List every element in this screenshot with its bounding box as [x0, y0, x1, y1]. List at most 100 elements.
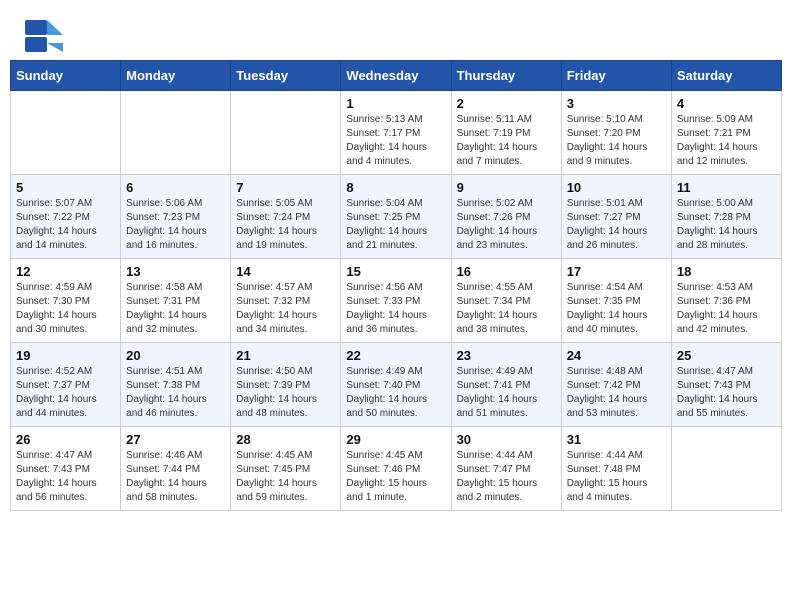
cell-date-number: 1	[346, 96, 445, 111]
calendar-cell: 14Sunrise: 4:57 AM Sunset: 7:32 PM Dayli…	[231, 259, 341, 343]
calendar-cell: 11 Sunrise: 5:00 AM Sunset: 7:28 PM Dayli…	[671, 175, 781, 259]
cell-date-number: 28	[236, 432, 335, 447]
cell-date-number: 24	[567, 348, 666, 363]
calendar-week-row: 1Sunrise: 5:13 AM Sunset: 7:17 PM Daylig…	[11, 91, 782, 175]
cell-info-text: Sunrise: 4:45 AM Sunset: 7:45 PM Dayligh…	[236, 449, 335, 505]
day-header-wednesday: Wednesday	[341, 61, 451, 91]
calendar-cell	[121, 91, 231, 175]
calendar-cell: 1Sunrise: 5:13 AM Sunset: 7:17 PM Daylig…	[341, 91, 451, 175]
cell-info-text: Sunrise: 4:49 AM Sunset: 7:40 PM Dayligh…	[346, 365, 445, 421]
cell-info-text: Sunrise: 4:46 AM Sunset: 7:44 PM Dayligh…	[126, 449, 225, 505]
cell-info-text: Sunrise: 4:54 AM Sunset: 7:35 PM Dayligh…	[567, 281, 666, 337]
cell-date-number: 13	[126, 264, 225, 279]
day-header-monday: Monday	[121, 61, 231, 91]
calendar-week-row: 19 Sunrise: 4:52 AM Sunset: 7:37 PM Dayli…	[11, 343, 782, 427]
cell-date-number: 6	[126, 180, 225, 195]
cell-date-number: 31	[567, 432, 666, 447]
cell-date-number: 2	[457, 96, 556, 111]
calendar-cell: 22 Sunrise: 4:49 AM Sunset: 7:40 PM Dayli…	[341, 343, 451, 427]
cell-date-number: 23	[457, 348, 556, 363]
cell-date-number: 15	[346, 264, 445, 279]
calendar-cell: 15 Sunrise: 4:56 AM Sunset: 7:33 PM Dayli…	[341, 259, 451, 343]
day-header-tuesday: Tuesday	[231, 61, 341, 91]
day-header-saturday: Saturday	[671, 61, 781, 91]
calendar-week-row: 5 Sunrise: 5:07 AM Sunset: 7:22 PM Daylig…	[11, 175, 782, 259]
calendar-cell: 8 Sunrise: 5:04 AM Sunset: 7:25 PM Daylig…	[341, 175, 451, 259]
calendar-cell: 21Sunrise: 4:50 AM Sunset: 7:39 PM Dayli…	[231, 343, 341, 427]
calendar-cell: 23 Sunrise: 4:49 AM Sunset: 7:41 PM Dayli…	[451, 343, 561, 427]
calendar-cell: 5 Sunrise: 5:07 AM Sunset: 7:22 PM Daylig…	[11, 175, 121, 259]
cell-info-text: Sunrise: 5:04 AM Sunset: 7:25 PM Dayligh…	[346, 197, 445, 253]
cell-date-number: 29	[346, 432, 445, 447]
calendar-cell: 6 Sunrise: 5:06 AM Sunset: 7:23 PM Daylig…	[121, 175, 231, 259]
cell-date-number: 11	[677, 180, 776, 195]
cell-info-text: Sunrise: 5:02 AM Sunset: 7:26 PM Dayligh…	[457, 197, 556, 253]
cell-info-text: Sunrise: 4:56 AM Sunset: 7:33 PM Dayligh…	[346, 281, 445, 337]
cell-info-text: Sunrise: 4:50 AM Sunset: 7:39 PM Dayligh…	[236, 365, 335, 421]
cell-info-text: Sunrise: 5:00 AM Sunset: 7:28 PM Dayligh…	[677, 197, 776, 253]
cell-info-text: Sunrise: 4:44 AM Sunset: 7:47 PM Dayligh…	[457, 449, 556, 505]
calendar-cell	[11, 91, 121, 175]
calendar-cell: 9 Sunrise: 5:02 AM Sunset: 7:26 PM Daylig…	[451, 175, 561, 259]
cell-date-number: 20	[126, 348, 225, 363]
cell-info-text: Sunrise: 4:44 AM Sunset: 7:48 PM Dayligh…	[567, 449, 666, 505]
calendar-cell: 26 Sunrise: 4:47 AM Sunset: 7:43 PM Dayli…	[11, 427, 121, 511]
cell-date-number: 30	[457, 432, 556, 447]
cell-date-number: 5	[16, 180, 115, 195]
calendar-cell	[231, 91, 341, 175]
cell-info-text: Sunrise: 5:06 AM Sunset: 7:23 PM Dayligh…	[126, 197, 225, 253]
calendar-cell: 28 Sunrise: 4:45 AM Sunset: 7:45 PM Dayli…	[231, 427, 341, 511]
calendar-cell: 18 Sunrise: 4:53 AM Sunset: 7:36 PM Dayli…	[671, 259, 781, 343]
cell-info-text: Sunrise: 5:07 AM Sunset: 7:22 PM Dayligh…	[16, 197, 115, 253]
cell-date-number: 19	[16, 348, 115, 363]
cell-date-number: 27	[126, 432, 225, 447]
cell-info-text: Sunrise: 4:49 AM Sunset: 7:41 PM Dayligh…	[457, 365, 556, 421]
cell-info-text: Sunrise: 5:10 AM Sunset: 7:20 PM Dayligh…	[567, 113, 666, 169]
cell-info-text: Sunrise: 4:47 AM Sunset: 7:43 PM Dayligh…	[16, 449, 115, 505]
calendar-week-row: 12 Sunrise: 4:59 AM Sunset: 7:30 PM Dayli…	[11, 259, 782, 343]
cell-info-text: Sunrise: 4:48 AM Sunset: 7:42 PM Dayligh…	[567, 365, 666, 421]
calendar-cell: 2 Sunrise: 5:11 AM Sunset: 7:19 PM Daylig…	[451, 91, 561, 175]
cell-info-text: Sunrise: 5:01 AM Sunset: 7:27 PM Dayligh…	[567, 197, 666, 253]
day-header-sunday: Sunday	[11, 61, 121, 91]
cell-date-number: 18	[677, 264, 776, 279]
calendar-cell: 10 Sunrise: 5:01 AM Sunset: 7:27 PM Dayli…	[561, 175, 671, 259]
calendar-cell: 19 Sunrise: 4:52 AM Sunset: 7:37 PM Dayli…	[11, 343, 121, 427]
day-header-friday: Friday	[561, 61, 671, 91]
calendar-cell: 17 Sunrise: 4:54 AM Sunset: 7:35 PM Dayli…	[561, 259, 671, 343]
cell-date-number: 14	[236, 264, 335, 279]
calendar-week-row: 26 Sunrise: 4:47 AM Sunset: 7:43 PM Dayli…	[11, 427, 782, 511]
calendar-cell: 31 Sunrise: 4:44 AM Sunset: 7:48 PM Dayli…	[561, 427, 671, 511]
cell-info-text: Sunrise: 4:53 AM Sunset: 7:36 PM Dayligh…	[677, 281, 776, 337]
cell-date-number: 26	[16, 432, 115, 447]
page-header	[10, 10, 782, 55]
cell-info-text: Sunrise: 4:45 AM Sunset: 7:46 PM Dayligh…	[346, 449, 445, 505]
cell-date-number: 4	[677, 96, 776, 111]
cell-info-text: Sunrise: 4:59 AM Sunset: 7:30 PM Dayligh…	[16, 281, 115, 337]
calendar-cell: 7Sunrise: 5:05 AM Sunset: 7:24 PM Daylig…	[231, 175, 341, 259]
cell-info-text: Sunrise: 4:55 AM Sunset: 7:34 PM Dayligh…	[457, 281, 556, 337]
calendar-cell: 16 Sunrise: 4:55 AM Sunset: 7:34 PM Dayli…	[451, 259, 561, 343]
cell-info-text: Sunrise: 5:05 AM Sunset: 7:24 PM Dayligh…	[236, 197, 335, 253]
cell-date-number: 16	[457, 264, 556, 279]
cell-date-number: 9	[457, 180, 556, 195]
logo	[25, 20, 59, 50]
cell-date-number: 12	[16, 264, 115, 279]
calendar-cell: 30 Sunrise: 4:44 AM Sunset: 7:47 PM Dayli…	[451, 427, 561, 511]
cell-info-text: Sunrise: 5:11 AM Sunset: 7:19 PM Dayligh…	[457, 113, 556, 169]
cell-date-number: 3	[567, 96, 666, 111]
logo-icon	[25, 20, 55, 50]
day-header-thursday: Thursday	[451, 61, 561, 91]
cell-date-number: 22	[346, 348, 445, 363]
calendar-cell: 29 Sunrise: 4:45 AM Sunset: 7:46 PM Dayli…	[341, 427, 451, 511]
cell-info-text: Sunrise: 4:52 AM Sunset: 7:37 PM Dayligh…	[16, 365, 115, 421]
calendar-cell: 20Sunrise: 4:51 AM Sunset: 7:38 PM Dayli…	[121, 343, 231, 427]
cell-date-number: 8	[346, 180, 445, 195]
calendar-cell: 25Sunrise: 4:47 AM Sunset: 7:43 PM Dayli…	[671, 343, 781, 427]
cell-date-number: 17	[567, 264, 666, 279]
cell-info-text: Sunrise: 4:58 AM Sunset: 7:31 PM Dayligh…	[126, 281, 225, 337]
calendar-table: SundayMondayTuesdayWednesdayThursdayFrid…	[10, 60, 782, 511]
calendar-cell: 27 Sunrise: 4:46 AM Sunset: 7:44 PM Dayli…	[121, 427, 231, 511]
calendar-cell	[671, 427, 781, 511]
cell-date-number: 10	[567, 180, 666, 195]
